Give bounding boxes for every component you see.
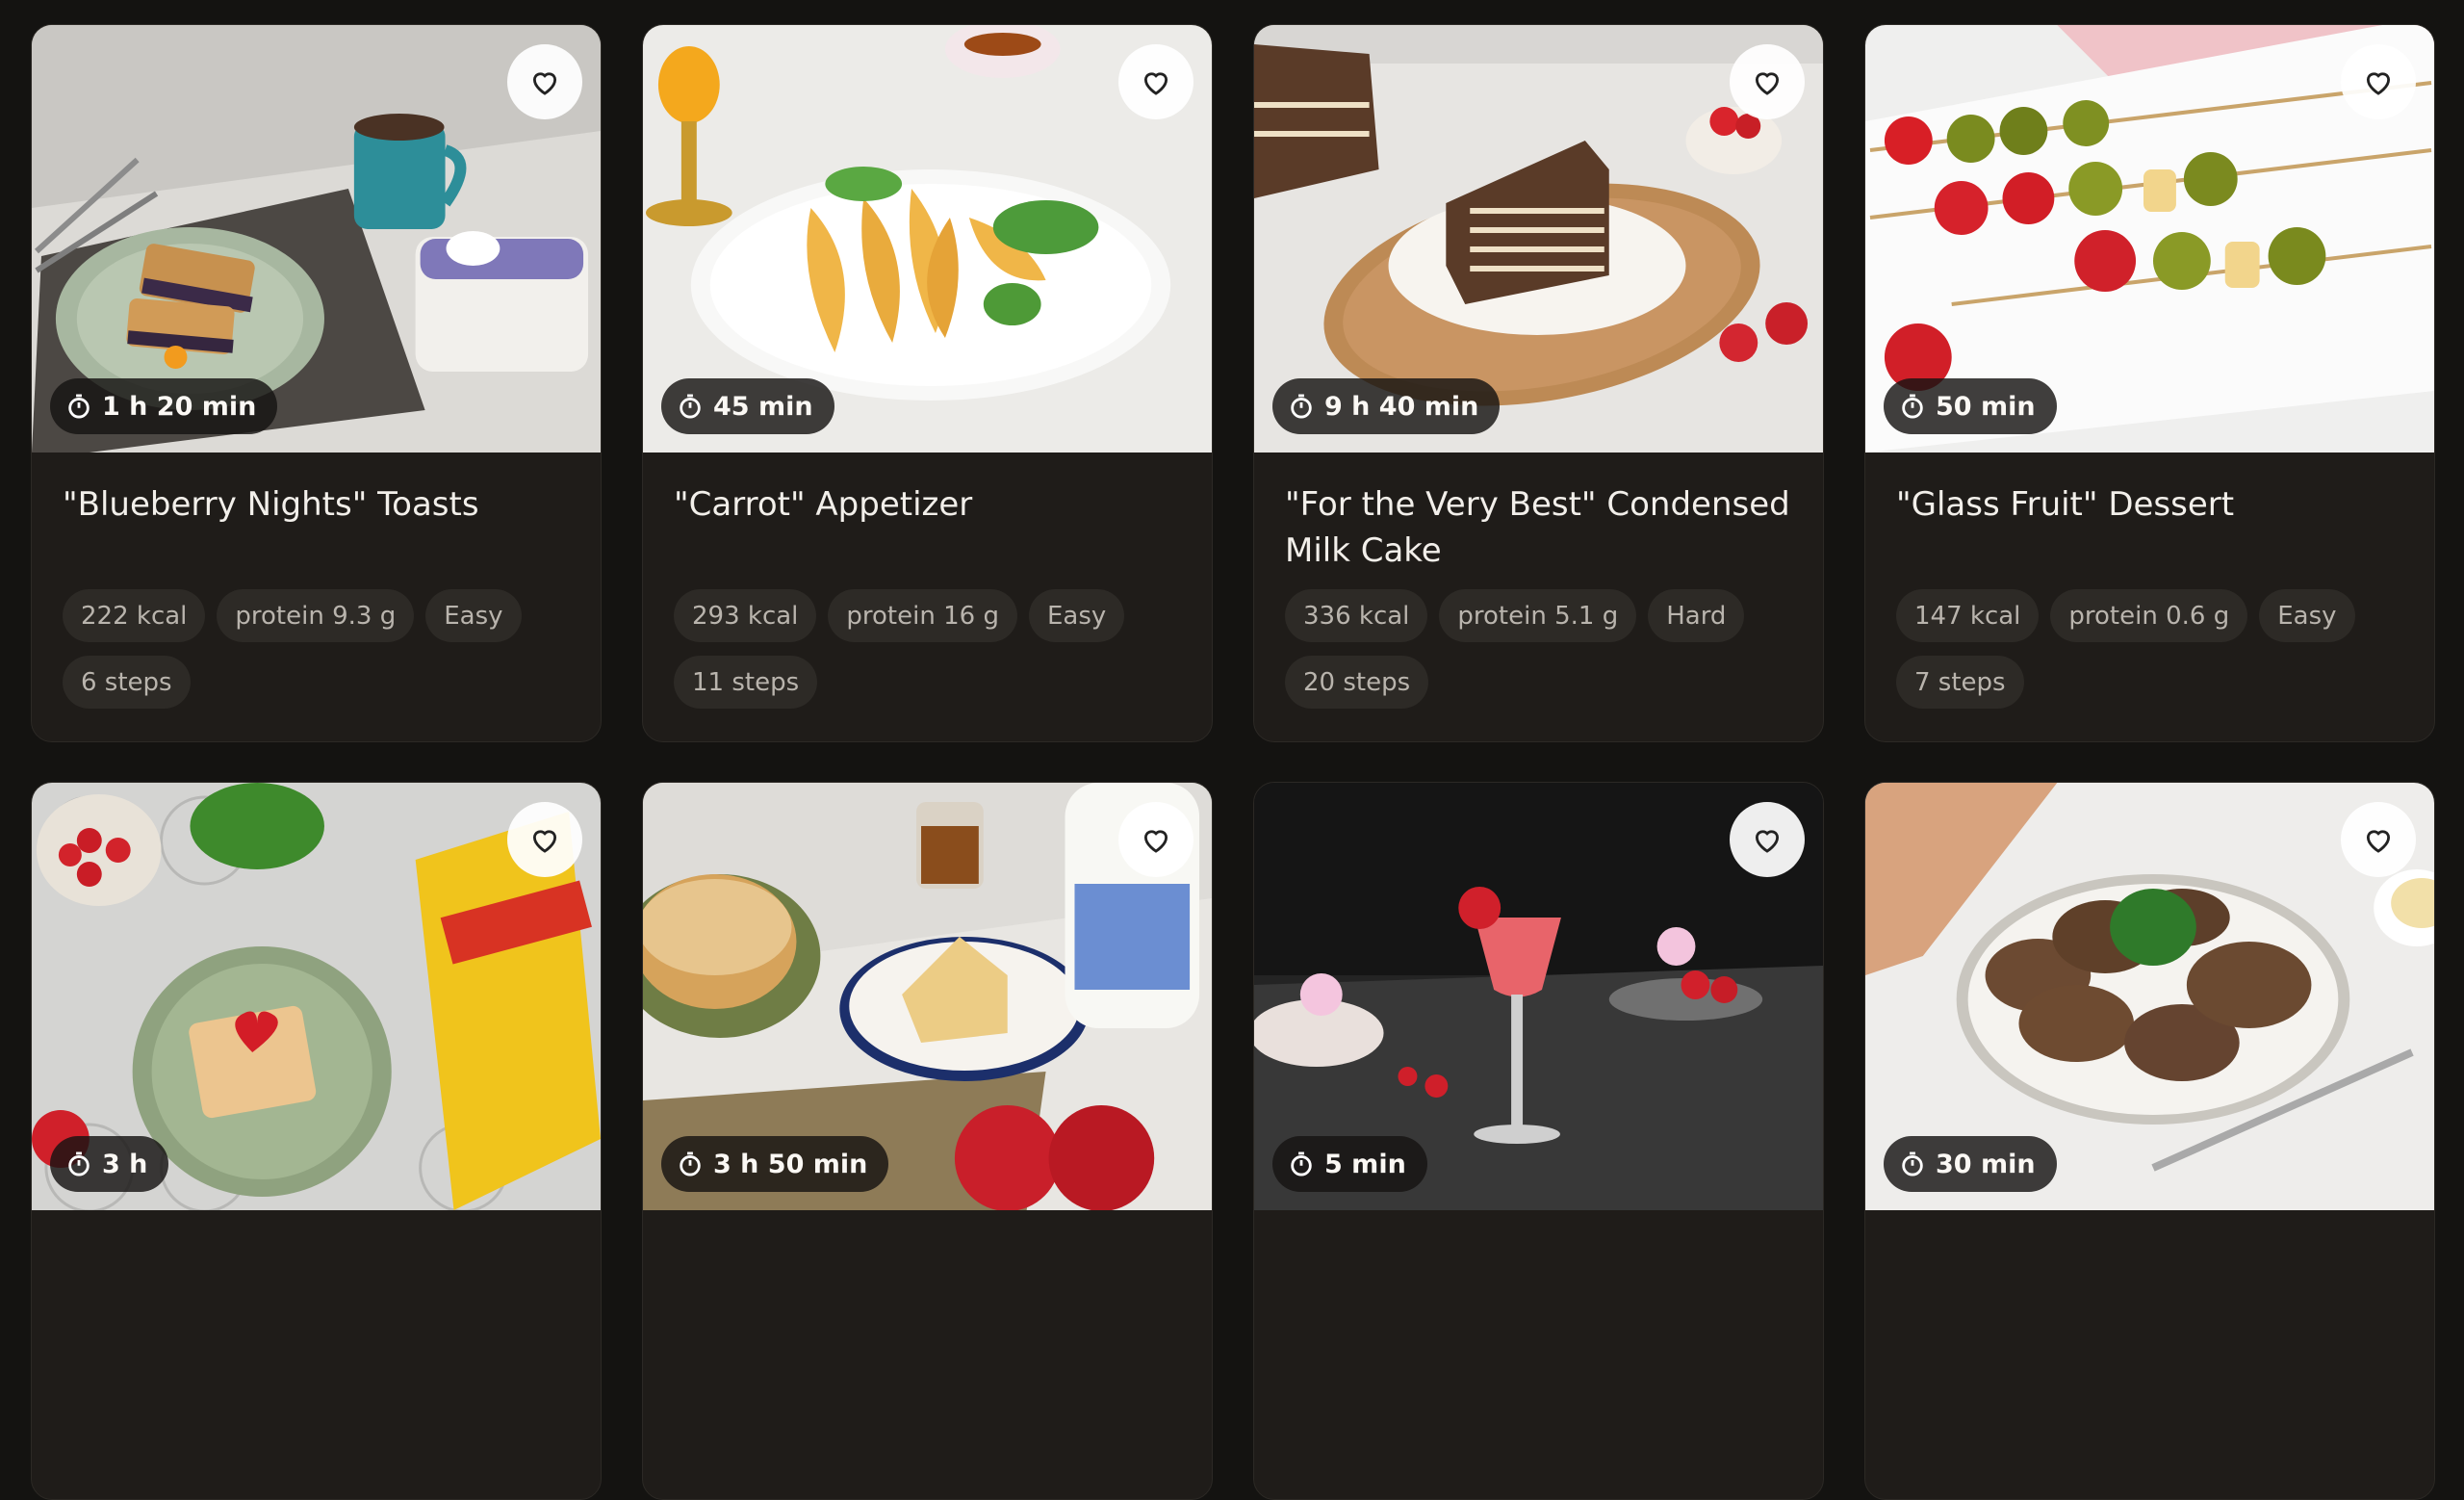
stopwatch-icon	[1902, 394, 1923, 419]
cooking-time: 3 h 50 min	[713, 1149, 868, 1179]
cooking-time-badge: 9 h 40 min	[1272, 378, 1501, 434]
recipe-title[interactable]: "Blueberry Nights" Toasts	[32, 453, 601, 589]
favorite-button[interactable]	[2341, 44, 2416, 119]
cooking-time: 5 min	[1324, 1149, 1406, 1179]
favorite-button[interactable]	[1118, 44, 1194, 119]
recipe-tags: 147 kcal protein 0.6 g Easy 7 steps	[1865, 589, 2427, 709]
recipe-grid: 1 h 20 min "Blueberry Nights" Toasts 222…	[31, 24, 2435, 1500]
heart-outline-icon	[1143, 72, 1168, 95]
recipe-photo[interactable]: 50 min	[1865, 25, 2434, 453]
recipe-card[interactable]: 50 min "Glass Fruit" Dessert 147 kcal pr…	[1864, 24, 2435, 742]
cooking-time: 45 min	[713, 391, 813, 422]
steps-tag: 7 steps	[1896, 656, 2024, 709]
recipe-card[interactable]: 3 h 50 min	[642, 782, 1213, 1500]
cooking-time-badge: 45 min	[661, 378, 834, 434]
cooking-time: 30 min	[1936, 1149, 2036, 1179]
stopwatch-icon	[68, 394, 90, 419]
recipe-title[interactable]: "Carrot" Appetizer	[643, 453, 1212, 589]
cooking-time-badge: 5 min	[1272, 1136, 1427, 1192]
recipe-tags: 336 kcal protein 5.1 g Hard 20 steps	[1254, 589, 1816, 709]
stopwatch-icon	[1902, 1151, 1923, 1177]
recipe-photo[interactable]: 9 h 40 min	[1254, 25, 1823, 453]
steps-tag: 11 steps	[674, 656, 818, 709]
cooking-time-badge: 1 h 20 min	[50, 378, 278, 434]
recipe-card[interactable]: 45 min "Carrot" Appetizer 293 kcal prote…	[642, 24, 1213, 742]
protein-tag: protein 5.1 g	[1439, 589, 1637, 642]
stopwatch-icon	[680, 1151, 701, 1177]
recipe-photo[interactable]: 30 min	[1865, 783, 2434, 1210]
cooking-time-badge: 50 min	[1884, 378, 2057, 434]
difficulty-tag: Easy	[1028, 589, 1125, 642]
heart-outline-icon	[532, 72, 557, 95]
favorite-button[interactable]	[2341, 802, 2416, 877]
recipe-tags: 222 kcal protein 9.3 g Easy 6 steps	[32, 589, 594, 709]
cooking-time: 9 h 40 min	[1324, 391, 1479, 422]
favorite-button[interactable]	[507, 802, 582, 877]
recipe-photo[interactable]: 5 min	[1254, 783, 1823, 1210]
recipe-photo[interactable]: 3 h	[32, 783, 601, 1210]
recipe-card[interactable]: 1 h 20 min "Blueberry Nights" Toasts 222…	[31, 24, 602, 742]
protein-tag: protein 0.6 g	[2050, 589, 2248, 642]
recipe-card[interactable]: 5 min	[1253, 782, 1824, 1500]
recipe-photo[interactable]: 45 min	[643, 25, 1212, 453]
favorite-button[interactable]	[1730, 802, 1805, 877]
recipe-card[interactable]: 3 h	[31, 782, 602, 1500]
stopwatch-icon	[1291, 1151, 1312, 1177]
steps-tag: 20 steps	[1285, 656, 1429, 709]
heart-outline-icon	[2366, 72, 2391, 95]
difficulty-tag: Hard	[1648, 589, 1745, 642]
recipe-title[interactable]: "Glass Fruit" Dessert	[1865, 453, 2434, 589]
recipe-photo[interactable]: 3 h 50 min	[643, 783, 1212, 1210]
stopwatch-icon	[1291, 394, 1312, 419]
heart-outline-icon	[1755, 830, 1780, 853]
calories-tag: 336 kcal	[1285, 589, 1428, 642]
stopwatch-icon	[68, 1151, 90, 1177]
steps-tag: 6 steps	[63, 656, 191, 709]
cooking-time: 3 h	[102, 1149, 148, 1179]
favorite-button[interactable]	[1730, 44, 1805, 119]
recipe-card[interactable]: 30 min	[1864, 782, 2435, 1500]
difficulty-tag: Easy	[425, 589, 522, 642]
cooking-time-badge: 30 min	[1884, 1136, 2057, 1192]
heart-outline-icon	[2366, 830, 2391, 853]
calories-tag: 222 kcal	[63, 589, 206, 642]
recipe-photo[interactable]: 1 h 20 min	[32, 25, 601, 453]
calories-tag: 293 kcal	[674, 589, 817, 642]
favorite-button[interactable]	[507, 44, 582, 119]
favorite-button[interactable]	[1118, 802, 1194, 877]
cooking-time-badge: 3 h	[50, 1136, 169, 1192]
calories-tag: 147 kcal	[1896, 589, 2040, 642]
stopwatch-icon	[680, 394, 701, 419]
heart-outline-icon	[532, 830, 557, 853]
recipe-tags: 293 kcal protein 16 g Easy 11 steps	[643, 589, 1205, 709]
cooking-time: 50 min	[1936, 391, 2036, 422]
cooking-time-badge: 3 h 50 min	[661, 1136, 889, 1192]
recipe-card[interactable]: 9 h 40 min "For the Very Best" Condensed…	[1253, 24, 1824, 742]
protein-tag: protein 16 g	[828, 589, 1017, 642]
protein-tag: protein 9.3 g	[217, 589, 415, 642]
cooking-time: 1 h 20 min	[102, 391, 257, 422]
difficulty-tag: Easy	[2259, 589, 2355, 642]
heart-outline-icon	[1755, 72, 1780, 95]
recipe-title[interactable]: "For the Very Best" Condensed Milk Cake	[1254, 453, 1823, 589]
heart-outline-icon	[1143, 830, 1168, 853]
